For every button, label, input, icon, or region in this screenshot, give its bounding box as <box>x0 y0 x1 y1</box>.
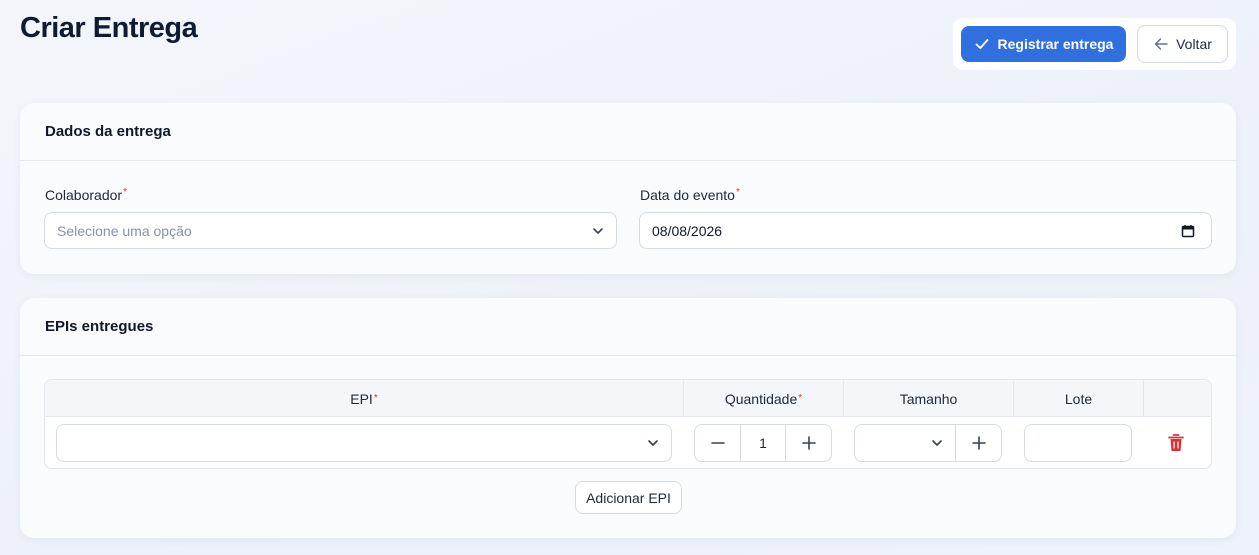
collaborator-select[interactable]: Selecione uma opção <box>44 212 617 249</box>
event-date-label: Data do evento* <box>640 187 740 203</box>
plus-icon <box>801 436 816 450</box>
size-control <box>854 424 1002 462</box>
arrow-left-icon <box>1154 38 1168 50</box>
minus-icon <box>710 442 725 444</box>
event-date-input[interactable]: 08/08/2026 <box>639 212 1212 249</box>
epi-select[interactable] <box>56 424 672 462</box>
increment-button[interactable] <box>786 425 831 461</box>
table-row: 1 <box>45 417 1211 468</box>
size-select[interactable] <box>855 425 957 461</box>
delete-row-button[interactable] <box>1167 433 1187 453</box>
column-header-size: Tamanho <box>844 380 1014 417</box>
epis-table: EPI * Quantidade * Tamanho Lote 1 <box>44 379 1212 469</box>
delivery-data-title: Dados da entrega <box>20 103 1236 161</box>
add-epi-button[interactable]: Adicionar EPI <box>575 481 682 514</box>
lot-input[interactable] <box>1024 424 1132 462</box>
back-button[interactable]: Voltar <box>1137 25 1228 63</box>
chevron-down-icon <box>593 228 603 234</box>
add-size-button[interactable] <box>956 425 1001 461</box>
calendar-icon[interactable] <box>1181 224 1195 238</box>
check-icon <box>975 39 988 49</box>
column-header-actions <box>1144 380 1211 417</box>
plus-icon <box>971 436 986 450</box>
table-header: EPI * Quantidade * Tamanho Lote <box>45 380 1211 417</box>
register-delivery-button[interactable]: Registrar entrega <box>961 26 1126 62</box>
quantity-stepper: 1 <box>694 424 832 462</box>
collaborator-placeholder: Selecione uma opção <box>57 222 192 239</box>
column-header-lot: Lote <box>1014 380 1144 417</box>
page-title: Criar Entrega <box>20 12 198 44</box>
required-mark: * <box>798 393 803 404</box>
column-label: Lote <box>1064 390 1093 407</box>
event-date-value: 08/08/2026 <box>652 222 723 239</box>
epis-card: EPIs entregues EPI * Quantidade * Tamanho … <box>20 298 1236 538</box>
column-header-quantity: Quantidade * <box>684 380 844 417</box>
column-label: Quantidade <box>724 390 798 407</box>
quantity-value[interactable]: 1 <box>740 425 786 461</box>
epis-title: EPIs entregues <box>20 298 1236 356</box>
required-mark: * <box>735 187 740 198</box>
column-header-epi: EPI * <box>45 380 684 417</box>
header-actions: Registrar entrega Voltar <box>953 18 1236 70</box>
decrement-button[interactable] <box>695 425 740 461</box>
event-date-label-text: Data do evento <box>640 187 735 203</box>
required-mark: * <box>373 393 378 404</box>
back-label: Voltar <box>1176 36 1212 52</box>
chevron-down-icon <box>648 440 658 446</box>
collaborator-label-text: Colaborador <box>45 187 123 203</box>
column-label: Tamanho <box>899 390 958 407</box>
chevron-down-icon <box>932 440 943 446</box>
required-mark: * <box>123 187 127 198</box>
register-delivery-label: Registrar entrega <box>997 36 1114 52</box>
trash-icon <box>1168 434 1184 451</box>
column-label: EPI <box>350 390 373 407</box>
delivery-data-card: Dados da entrega Colaborador* Selecione … <box>20 103 1236 274</box>
collaborator-label: Colaborador* <box>45 187 127 203</box>
